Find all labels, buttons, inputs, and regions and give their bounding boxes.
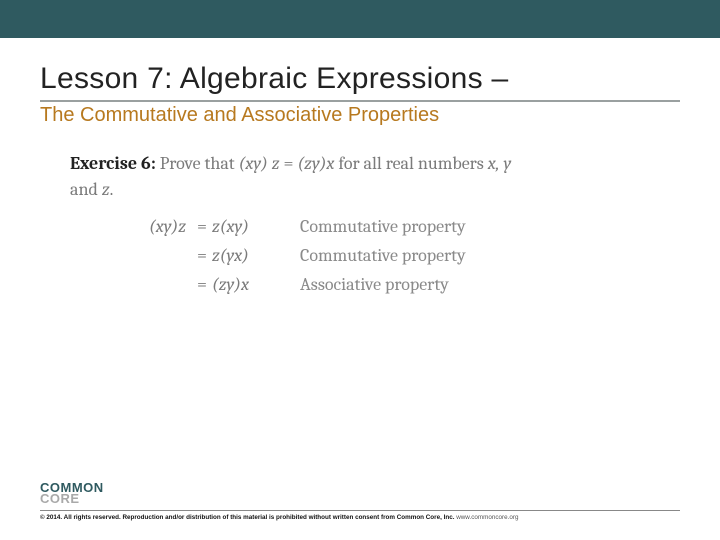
proof-reason: Commutative property xyxy=(300,213,466,242)
lesson-title: Lesson 7: Algebraic Expressions – xyxy=(40,62,680,96)
exercise-prompt: Exercise 6: Prove that (xy) z = (zy)x fo… xyxy=(70,151,650,177)
footer-rule xyxy=(40,510,680,511)
period: . xyxy=(110,179,114,200)
proof-eq: = xyxy=(192,213,212,242)
expr-rhs: (zy)x xyxy=(297,153,334,174)
common-core-logo: COMMON CORE xyxy=(40,483,680,504)
header: Lesson 7: Algebraic Expressions – The Co… xyxy=(0,38,720,133)
lesson-subtitle: The Commutative and Associative Properti… xyxy=(40,104,680,127)
copyright-link: www.commoncore.org xyxy=(456,514,518,521)
logo-line-1: COMMON xyxy=(40,483,680,494)
proof-eq: = xyxy=(192,271,212,300)
content-body: Exercise 6: Prove that (xy) z = (zy)x fo… xyxy=(0,133,720,300)
proof-row: = (zy)x Associative property xyxy=(130,271,650,300)
prompt-text-mid: for all real numbers xyxy=(334,153,487,174)
expr-eq: = xyxy=(280,153,298,174)
logo-line-2: CORE xyxy=(40,494,680,505)
expr-lhs: (xy) z xyxy=(239,153,280,174)
proof-rhs: z(yx) xyxy=(212,242,300,271)
vars-xy: x, y xyxy=(488,153,511,174)
exercise-label: Exercise 6: xyxy=(70,153,156,174)
proof-row: (xy)z = z(xy) Commutative property xyxy=(130,213,650,242)
proof-rhs: z(xy) xyxy=(212,213,300,242)
proof-rhs: (zy)x xyxy=(212,271,300,300)
proof-reason: Commutative property xyxy=(300,242,466,271)
and-text: and xyxy=(70,179,102,200)
top-bar xyxy=(0,0,720,38)
copyright-line: © 2014. All rights reserved. Reproductio… xyxy=(40,514,680,522)
footer: COMMON CORE © 2014. All rights reserved.… xyxy=(40,483,680,522)
proof-reason: Associative property xyxy=(300,271,449,300)
proof-row: = z(yx) Commutative property xyxy=(130,242,650,271)
proof-lhs: (xy)z xyxy=(130,213,192,242)
var-z: z xyxy=(102,179,110,200)
title-underline xyxy=(40,100,680,102)
proof-eq: = xyxy=(192,242,212,271)
exercise-prompt-line2: and z. xyxy=(70,177,650,203)
slide: { "header": { "title": "Lesson 7: Algebr… xyxy=(0,0,720,540)
prompt-text-pre: Prove that xyxy=(160,153,239,174)
copyright-text: © 2014. All rights reserved. Reproductio… xyxy=(40,514,454,521)
proof-block: (xy)z = z(xy) Commutative property = z(y… xyxy=(130,213,650,299)
